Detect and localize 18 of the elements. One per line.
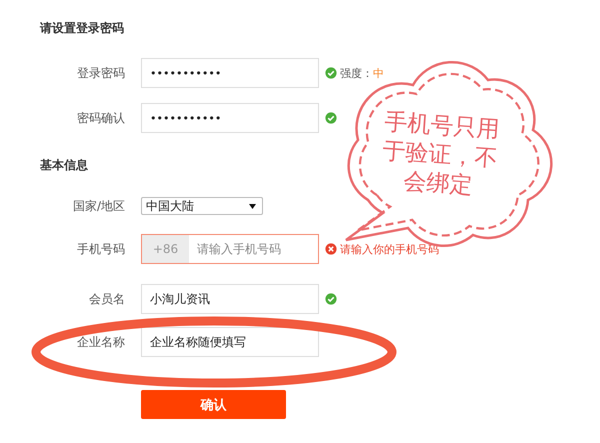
section-title: 请设置登录密码 xyxy=(40,20,124,37)
field-label: 企业名称 xyxy=(76,334,125,350)
field-label: 会员名 xyxy=(88,290,125,308)
strength-value: 中 xyxy=(373,66,384,80)
password-field[interactable]: ••••••••••• xyxy=(141,103,319,133)
company-name-field[interactable]: 企业名称随便填写 xyxy=(141,327,319,357)
field-label: 登录密码 xyxy=(76,64,125,82)
strength-label: 强度： xyxy=(340,66,373,80)
password-field[interactable]: ••••••••••• xyxy=(141,58,319,88)
field-label: 密码确认 xyxy=(76,110,125,126)
confirm-button[interactable]: 确认 xyxy=(141,390,286,419)
field-label: 手机号码 xyxy=(76,240,125,258)
callout-text: 手机号只用于验证，不会绑定 xyxy=(380,108,502,201)
section-title: 基本信息 xyxy=(40,157,88,174)
field-label: 国家/地区 xyxy=(72,198,125,214)
caret-icon xyxy=(249,204,256,208)
member-name-field[interactable]: 小淘儿资讯 xyxy=(141,284,319,314)
country-select[interactable]: 中国大陆 xyxy=(141,197,263,215)
